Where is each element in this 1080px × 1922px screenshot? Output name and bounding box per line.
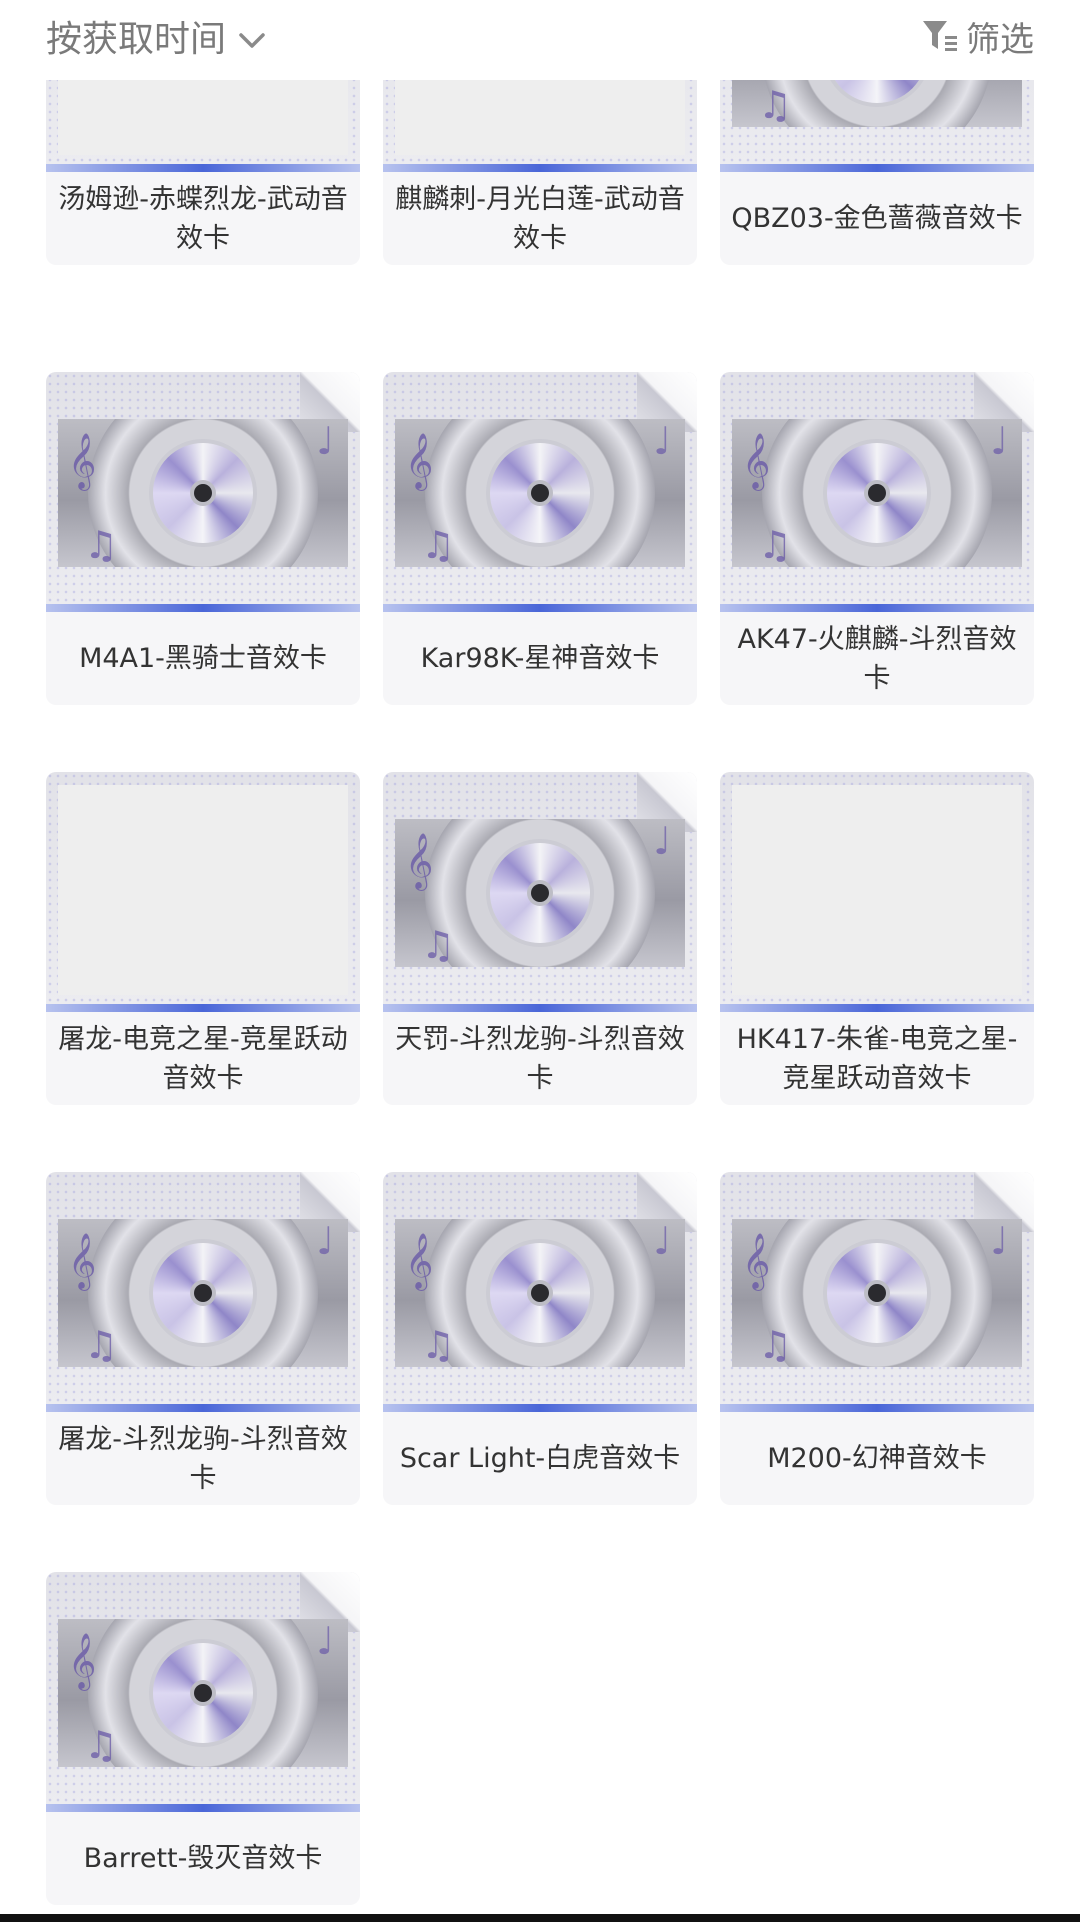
card-title: M200-幻神音效卡: [767, 1443, 987, 1474]
treble-clef-icon: 𝄞: [405, 433, 434, 489]
card-title: 屠龙-电竞之星-竞星跃动音效卡: [58, 1023, 348, 1094]
music-note-icon: ♩: [653, 819, 671, 863]
cd-hole: [868, 484, 886, 502]
card-accent-stripe: [383, 1404, 697, 1412]
card-title: M4A1-黑骑士音效卡: [79, 643, 327, 674]
card-thumbnail: 𝄞 ♫ ♩: [383, 372, 697, 612]
card-thumbnail: 𝄞 ♫ ♩: [46, 1572, 360, 1812]
chevron-down-icon: [238, 22, 266, 50]
music-note-icon: ♩: [653, 419, 671, 463]
card-accent-stripe: [383, 604, 697, 612]
music-note-icon: ♫: [84, 1323, 119, 1367]
card-thumbnail: 𝄞 ♫ ♩: [383, 772, 697, 1012]
sound-card[interactable]: 𝄞 ♫ ♩ Scar Light-白虎音效卡: [383, 1172, 697, 1505]
cd-hole: [868, 1284, 886, 1302]
cd-hole: [531, 884, 549, 902]
sound-card[interactable]: 𝄞 ♫ ♩ Barrett-毁灭音效卡: [46, 1572, 360, 1905]
treble-clef-icon: 𝄞: [405, 1233, 434, 1289]
card-accent-stripe: [46, 604, 360, 612]
card-title: QBZ03-金色蔷薇音效卡: [731, 203, 1023, 234]
cd-hole: [194, 1284, 212, 1302]
music-note-icon: ♫: [758, 523, 793, 567]
music-note-icon: ♩: [990, 1219, 1008, 1263]
treble-clef-icon: 𝄞: [68, 433, 97, 489]
card-accent-stripe: [46, 1404, 360, 1412]
toolbar: 按获取时间 筛选: [0, 0, 1080, 80]
cd-hole: [531, 1284, 549, 1302]
sound-card[interactable]: 𝄞 ♫ ♩ 屠龙-斗烈龙驹-斗烈音效卡: [46, 1172, 360, 1505]
filter-button[interactable]: 筛选: [920, 10, 1034, 62]
card-accent-stripe: [46, 164, 360, 172]
card-thumbnail: [720, 772, 1034, 1012]
thumbnail-placeholder: [732, 785, 1022, 995]
card-title: 屠龙-斗烈龙驹-斗烈音效卡: [58, 1423, 348, 1494]
sort-button[interactable]: 按获取时间: [46, 10, 266, 62]
music-note-icon: ♫: [84, 1723, 119, 1767]
cd-disc-artwork: 𝄞 ♫ ♩: [732, 1219, 1022, 1367]
card-thumbnail: 𝄞 ♫ ♩: [720, 372, 1034, 612]
cd-disc-artwork: 𝄞 ♫ ♩: [395, 1219, 685, 1367]
sound-card[interactable]: 𝄞 ♫ ♩ Kar98K-星神音效卡: [383, 372, 697, 705]
card-title: 麒麟刺-月光白莲-武动音效卡: [395, 183, 685, 254]
card-thumbnail: 𝄞 ♫ ♩: [720, 1172, 1034, 1412]
card-accent-stripe: [720, 604, 1034, 612]
card-title: 天罚-斗烈龙驹-斗烈音效卡: [395, 1023, 685, 1094]
card-title: Barrett-毁灭音效卡: [83, 1843, 323, 1874]
music-note-icon: ♫: [421, 1323, 456, 1367]
cd-hole: [531, 484, 549, 502]
card-title: Scar Light-白虎音效卡: [399, 1443, 681, 1474]
music-note-icon: ♩: [316, 419, 334, 463]
bottom-edge: [0, 1914, 1080, 1922]
music-note-icon: ♫: [84, 523, 119, 567]
sound-card[interactable]: 𝄞 ♫ ♩ M200-幻神音效卡: [720, 1172, 1034, 1505]
music-note-icon: ♫: [421, 923, 456, 967]
music-note-icon: ♩: [316, 1619, 334, 1663]
sound-card[interactable]: 𝄞 ♫ ♩ M4A1-黑骑士音效卡: [46, 372, 360, 705]
sound-card[interactable]: 𝄞 ♫ ♩ 天罚-斗烈龙驹-斗烈音效卡: [383, 772, 697, 1105]
treble-clef-icon: 𝄞: [68, 1233, 97, 1289]
card-title: Kar98K-星神音效卡: [420, 643, 660, 674]
card-accent-stripe: [720, 164, 1034, 172]
music-note-icon: ♫: [758, 83, 793, 127]
music-note-icon: ♩: [990, 419, 1008, 463]
card-title: HK417-朱雀-电竞之星-竞星跃动音效卡: [736, 1023, 1018, 1094]
cd-disc-artwork: 𝄞 ♫ ♩: [58, 1619, 348, 1767]
funnel-icon: [920, 16, 960, 56]
card-accent-stripe: [383, 164, 697, 172]
card-accent-stripe: [383, 1004, 697, 1012]
sound-card[interactable]: 屠龙-电竞之星-竞星跃动音效卡: [46, 772, 360, 1105]
thumbnail-placeholder: [58, 785, 348, 995]
cd-disc-artwork: 𝄞 ♫ ♩: [395, 819, 685, 967]
sound-card[interactable]: 𝄞 ♫ ♩ AK47-火麒麟-斗烈音效卡: [720, 372, 1034, 705]
treble-clef-icon: 𝄞: [405, 833, 434, 889]
sort-label: 按获取时间: [46, 19, 227, 60]
cd-disc-artwork: 𝄞 ♫ ♩: [732, 419, 1022, 567]
card-accent-stripe: [720, 1004, 1034, 1012]
cd-hole: [194, 484, 212, 502]
card-thumbnail: 𝄞 ♫ ♩: [46, 372, 360, 612]
filter-label: 筛选: [966, 19, 1034, 60]
cd-disc-artwork: 𝄞 ♫ ♩: [58, 1219, 348, 1367]
treble-clef-icon: 𝄞: [68, 1633, 97, 1689]
treble-clef-icon: 𝄞: [742, 1233, 771, 1289]
card-thumbnail: [46, 772, 360, 1012]
card-title: 汤姆逊-赤蝶烈龙-武动音效卡: [58, 183, 348, 254]
music-note-icon: ♩: [316, 1219, 334, 1263]
music-note-icon: ♫: [421, 523, 456, 567]
cd-hole: [194, 1684, 212, 1702]
card-accent-stripe: [720, 1404, 1034, 1412]
cd-disc-artwork: 𝄞 ♫ ♩: [395, 419, 685, 567]
music-note-icon: ♩: [653, 1219, 671, 1263]
card-title: AK47-火麒麟-斗烈音效卡: [737, 623, 1017, 694]
sound-card[interactable]: HK417-朱雀-电竞之星-竞星跃动音效卡: [720, 772, 1034, 1105]
card-accent-stripe: [46, 1004, 360, 1012]
card-thumbnail: 𝄞 ♫ ♩: [46, 1172, 360, 1412]
card-grid: 汤姆逊-赤蝶烈龙-武动音效卡麒麟刺-月光白莲-武动音效卡 𝄞 ♫ ♩ QBZ03-金色蔷…: [0, 0, 1080, 1922]
card-accent-stripe: [46, 1804, 360, 1812]
treble-clef-icon: 𝄞: [742, 433, 771, 489]
music-note-icon: ♫: [758, 1323, 793, 1367]
cd-disc-artwork: 𝄞 ♫ ♩: [58, 419, 348, 567]
card-thumbnail: 𝄞 ♫ ♩: [383, 1172, 697, 1412]
